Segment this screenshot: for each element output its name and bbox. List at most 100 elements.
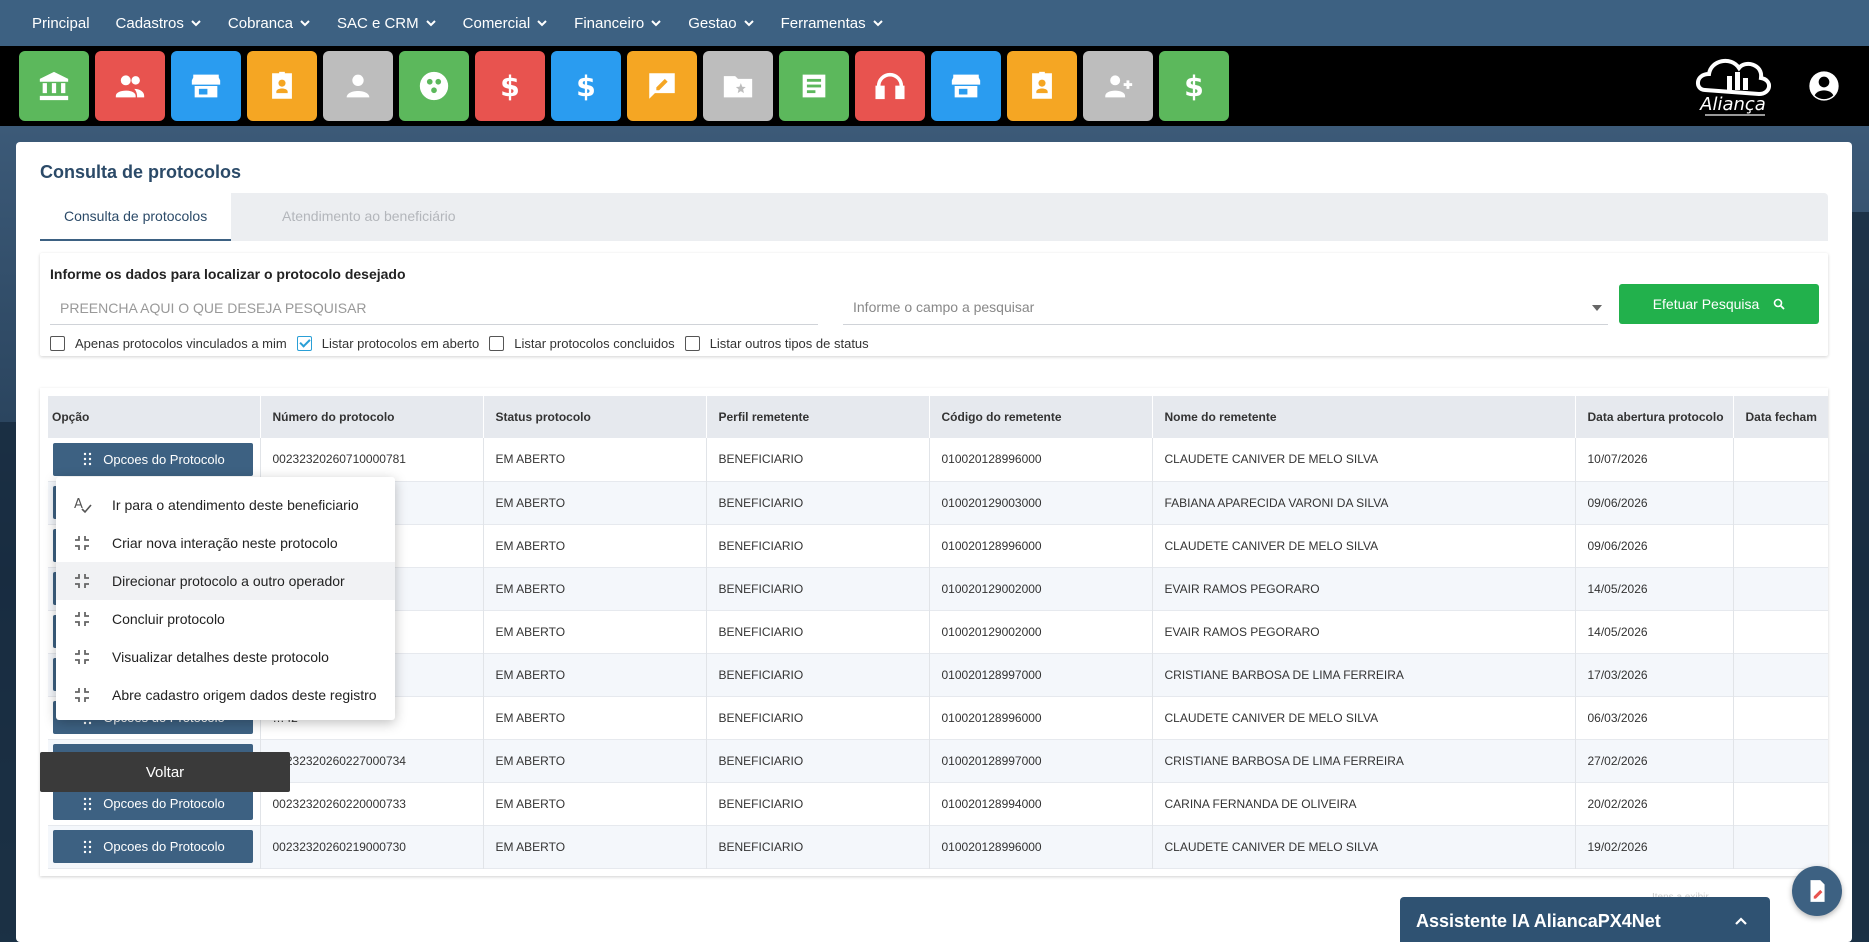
col-header[interactable]: Status protocolo <box>483 396 707 438</box>
table-cell: 06/03/2026 <box>1575 696 1734 739</box>
shortcut-dollar-green[interactable]: $ <box>1159 51 1229 121</box>
table-row: Opcoes do Protocolo00232320260227000734E… <box>48 739 1828 782</box>
checkbox-box-checked[interactable] <box>296 336 312 351</box>
star-folder-icon <box>723 76 753 98</box>
menu-option-label: Direcionar protocolo a outro operador <box>112 573 345 589</box>
table-cell: CLAUDETE CANIVER DE MELO SILVA <box>1152 825 1576 868</box>
menu-option[interactable]: Criar nova interação neste protocolo <box>56 524 395 562</box>
table-cell: FABIANA APARECIDA VARONI DA SILVA <box>1152 481 1576 524</box>
shortcut-person[interactable] <box>323 51 393 121</box>
chevron-down-icon <box>743 20 754 27</box>
table-cell: BENEFICIARIO <box>706 524 930 567</box>
top-menu: Principal Cadastros Cobranca SAC e CRM C… <box>0 0 1869 46</box>
table-cell: 14/05/2026 <box>1575 610 1734 653</box>
shortcut-edit[interactable] <box>627 51 697 121</box>
checkbox-outros-status[interactable]: Listar outros tipos de status <box>684 336 869 351</box>
table-cell: EM ABERTO <box>483 610 707 653</box>
table-cell <box>1733 782 1828 825</box>
shortcut-store-2[interactable] <box>931 51 1001 121</box>
shortcut-circle[interactable] <box>399 51 469 121</box>
menu-cadastros[interactable]: Cadastros <box>116 15 202 32</box>
menu-option[interactable]: Concluir protocolo <box>56 600 395 638</box>
protocol-options-button[interactable]: Opcoes do Protocolo <box>53 830 253 863</box>
option-cell: Opcoes do Protocolo <box>48 438 261 481</box>
table-row: Opcoes do Protocolo 00232320260220000733 E… <box>48 782 1828 825</box>
protocol-options-label: Opcoes do Protocolo <box>103 451 225 467</box>
shortcut-dollar-red[interactable]: $ <box>475 51 545 121</box>
shortcut-add-person[interactable] <box>1083 51 1153 121</box>
table-cell: BENEFICIARIO <box>706 782 930 825</box>
menu-option[interactable]: Visualizar detalhes deste protocolo <box>56 638 395 676</box>
back-button[interactable]: Voltar <box>40 752 290 792</box>
menu-label: Comercial <box>462 14 531 32</box>
shortcut-badge-2[interactable] <box>1007 51 1077 121</box>
search-field-select[interactable]: Informe o campo a pesquisar <box>843 291 1608 325</box>
checkbox-box[interactable] <box>50 336 65 351</box>
grid-dots-icon <box>84 453 92 466</box>
checkbox-vinculados[interactable]: Apenas protocolos vinculados a mim <box>50 336 287 351</box>
menu-option-label: Concluir protocolo <box>112 611 225 627</box>
account-circle-icon[interactable] <box>1808 70 1840 102</box>
menu-option-label: Criar nova interação neste protocolo <box>112 535 338 551</box>
table-cell: EM ABERTO <box>483 481 707 524</box>
menu-label: Financeiro <box>574 14 645 32</box>
table-cell: 010020128996000 <box>929 696 1153 739</box>
table-cell: 00232320260227000734 <box>260 739 484 782</box>
search-input[interactable] <box>50 291 818 325</box>
menu-label: Cadastros <box>115 14 184 32</box>
col-header[interactable]: Nome do remetente <box>1152 396 1576 438</box>
table-cell: 010020129002000 <box>929 567 1153 610</box>
menu-option[interactable]: Direcionar protocolo a outro operador <box>56 562 395 600</box>
table-cell: EVAIR RAMOS PEGORARO <box>1152 610 1576 653</box>
checkbox-em-aberto[interactable]: Listar protocolos em aberto <box>296 336 479 351</box>
col-header[interactable]: Data fecham <box>1733 396 1828 438</box>
checkbox-box[interactable] <box>489 336 505 351</box>
col-header[interactable]: Código do remetente <box>929 396 1153 438</box>
table-cell <box>1733 739 1828 782</box>
menu-sac-crm[interactable]: SAC e CRM <box>337 15 437 32</box>
checkbox-label: Listar outros tipos de status <box>709 336 869 351</box>
menu-option[interactable]: A Ir para o atendimento deste beneficiari… <box>56 486 395 524</box>
shortcut-store[interactable] <box>171 51 241 121</box>
col-header[interactable]: Perfil remetente <box>706 396 930 438</box>
col-header[interactable]: Número do protocolo <box>260 396 484 438</box>
menu-ferramentas[interactable]: Ferramentas <box>781 15 884 32</box>
menu-option[interactable]: Abre cadastro origem dados deste registr… <box>56 676 395 714</box>
checkbox-concluidos[interactable]: Listar protocolos concluidos <box>489 336 675 351</box>
svg-text:$: $ <box>576 70 596 103</box>
menu-cobranca[interactable]: Cobranca <box>228 15 311 32</box>
col-header[interactable]: Data abertura protocolo <box>1575 396 1734 438</box>
menu-label: Principal <box>32 14 90 32</box>
table-cell: 20/02/2026 <box>1575 782 1734 825</box>
table-cell <box>1733 567 1828 610</box>
menu-gestao[interactable]: Gestao <box>688 15 754 32</box>
col-header[interactable]: Opção <box>48 396 261 438</box>
shortcut-badge[interactable] <box>247 51 317 121</box>
table-cell: 00232320260710000781 <box>260 438 484 481</box>
shortcut-people[interactable] <box>95 51 165 121</box>
assistant-panel-header[interactable]: Assistente IA AliancaPX4Net <box>1400 897 1770 942</box>
shortcut-headset[interactable] <box>855 51 925 121</box>
bank-icon <box>39 71 69 101</box>
search-button[interactable]: Efetuar Pesquisa <box>1619 284 1819 324</box>
collapse-icon <box>75 574 89 588</box>
checkbox-box[interactable] <box>684 336 700 351</box>
protocol-options-button[interactable]: Opcoes do Protocolo <box>53 442 253 476</box>
menu-option-label: Abre cadastro origem dados deste registr… <box>112 687 377 703</box>
tab-atendimento-beneficiario[interactable]: Atendimento ao beneficiário <box>258 193 480 241</box>
shortcut-bank[interactable] <box>19 51 89 121</box>
shortcut-dollar-blue[interactable]: $ <box>551 51 621 121</box>
table-cell: 00232320260219000730 <box>260 825 484 868</box>
notes-fab[interactable] <box>1792 866 1842 916</box>
menu-financeiro[interactable]: Financeiro <box>574 15 662 32</box>
menu-label: Cobranca <box>227 14 293 32</box>
shortcut-folder[interactable] <box>703 51 773 121</box>
chevron-down-icon <box>872 20 883 27</box>
menu-principal[interactable]: Principal <box>32 15 90 32</box>
tab-consulta-protocolos[interactable]: Consulta de protocolos <box>40 193 232 241</box>
alianca-logo: Aliança <box>1696 58 1771 116</box>
chevron-up-icon[interactable] <box>1734 914 1748 928</box>
shortcut-news[interactable] <box>779 51 849 121</box>
table-cell: 010020128996000 <box>929 438 1153 481</box>
menu-comercial[interactable]: Comercial <box>463 15 549 32</box>
